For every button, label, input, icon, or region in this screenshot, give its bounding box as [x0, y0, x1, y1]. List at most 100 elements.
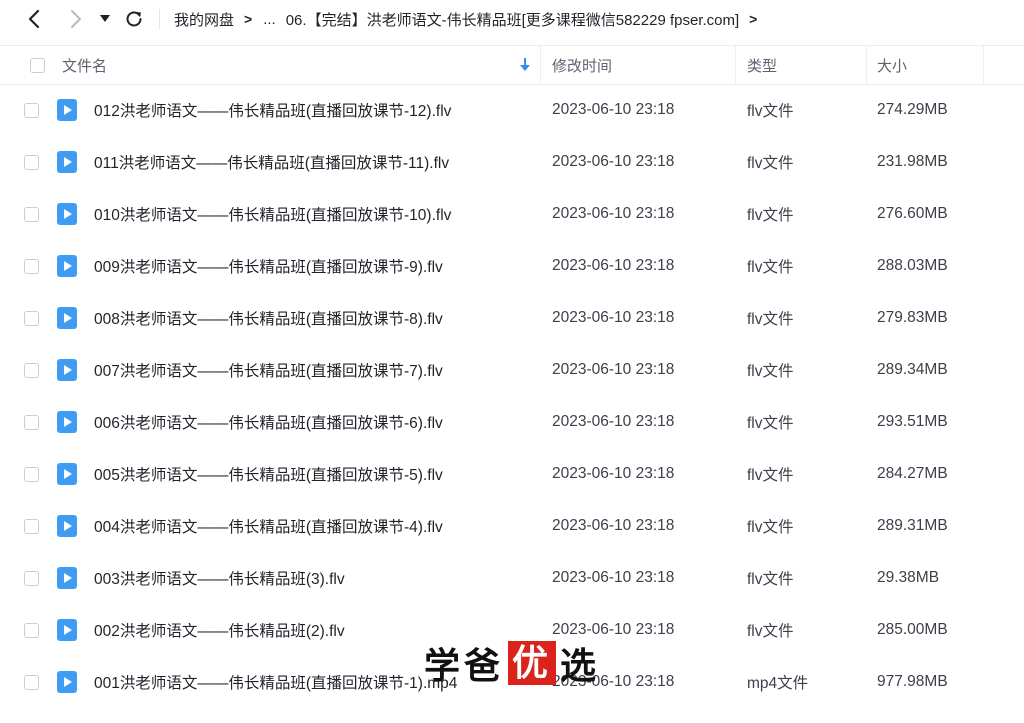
breadcrumb-next-icon[interactable]: > [749, 11, 757, 27]
table-row[interactable]: 003洪老师语文——伟长精品班(3).flv 2023-06-10 23:18 … [0, 552, 1024, 604]
row-checkbox[interactable] [24, 570, 39, 586]
file-name[interactable]: 008洪老师语文——伟长精品班(直播回放课节-8).flv [94, 292, 443, 344]
file-name[interactable]: 009洪老师语文——伟长精品班(直播回放课节-9).flv [94, 240, 443, 292]
video-file-icon [57, 567, 77, 589]
select-all-cell [30, 46, 45, 84]
table-row[interactable]: 004洪老师语文——伟长精品班(直播回放课节-4).flv 2023-06-10… [0, 500, 1024, 552]
row-checkbox[interactable] [24, 362, 39, 378]
breadcrumb-current[interactable]: 06.【完结】洪老师语文-伟长精品班[更多课程微信582229 fpser.co… [286, 9, 739, 30]
file-name[interactable]: 003洪老师语文——伟长精品班(3).flv [94, 552, 345, 604]
row-checkbox[interactable] [24, 466, 39, 482]
column-divider[interactable] [735, 46, 736, 84]
file-modified-time: 2023-06-10 23:18 [552, 569, 675, 586]
select-all-checkbox[interactable] [30, 57, 45, 73]
file-type: flv文件 [747, 415, 794, 432]
column-header-name[interactable]: 文件名 [62, 46, 107, 84]
video-file-icon [57, 463, 77, 485]
file-modified-time: 2023-06-10 23:18 [552, 361, 675, 378]
row-checkbox[interactable] [24, 102, 39, 118]
row-checkbox[interactable] [24, 622, 39, 638]
file-name[interactable]: 012洪老师语文——伟长精品班(直播回放课节-12).flv [94, 84, 451, 136]
row-checkbox[interactable] [24, 674, 39, 690]
row-checkbox[interactable] [24, 414, 39, 430]
file-name[interactable]: 005洪老师语文——伟长精品班(直播回放课节-5).flv [94, 448, 443, 500]
watermark-logo: 学爸 优 选 [424, 640, 601, 687]
file-size: 231.98MB [877, 153, 948, 170]
file-name[interactable]: 002洪老师语文——伟长精品班(2).flv [94, 604, 345, 656]
row-checkbox[interactable] [24, 310, 39, 326]
column-divider[interactable] [540, 46, 541, 84]
sort-indicator[interactable] [520, 46, 530, 84]
file-type: flv文件 [747, 155, 794, 172]
row-checkbox[interactable] [24, 258, 39, 274]
video-file-icon [57, 671, 77, 693]
video-file-icon [57, 255, 77, 277]
file-type: flv文件 [747, 103, 794, 120]
breadcrumb-separator-icon: > [244, 11, 253, 27]
forward-button[interactable] [62, 6, 88, 32]
video-file-icon [57, 151, 77, 173]
table-row[interactable]: 008洪老师语文——伟长精品班(直播回放课节-8).flv 2023-06-10… [0, 292, 1024, 344]
back-button[interactable] [22, 6, 48, 32]
column-divider[interactable] [866, 46, 867, 84]
table-row[interactable]: 007洪老师语文——伟长精品班(直播回放课节-7).flv 2023-06-10… [0, 344, 1024, 396]
file-size: 279.83MB [877, 309, 948, 326]
file-name[interactable]: 006洪老师语文——伟长精品班(直播回放课节-6).flv [94, 396, 443, 448]
video-file-icon [57, 619, 77, 641]
breadcrumb-ellipsis[interactable]: ... [263, 11, 276, 28]
file-modified-time: 2023-06-10 23:18 [552, 101, 675, 118]
file-name[interactable]: 011洪老师语文——伟长精品班(直播回放课节-11).flv [94, 136, 449, 188]
refresh-button[interactable] [121, 6, 147, 32]
breadcrumb: 我的网盘 > ... 06.【完结】洪老师语文-伟长精品班[更多课程微信5822… [174, 0, 768, 38]
chevron-right-icon [70, 9, 82, 29]
row-checkbox[interactable] [24, 518, 39, 534]
file-size: 289.34MB [877, 361, 948, 378]
file-size: 977.98MB [877, 673, 948, 690]
file-size: 276.60MB [877, 205, 948, 222]
file-name[interactable]: 007洪老师语文——伟长精品班(直播回放课节-7).flv [94, 344, 443, 396]
column-header-size[interactable]: 大小 [877, 46, 907, 84]
caret-down-icon [100, 15, 110, 22]
table-row[interactable]: 006洪老师语文——伟长精品班(直播回放课节-6).flv 2023-06-10… [0, 396, 1024, 448]
table-row[interactable]: 005洪老师语文——伟长精品班(直播回放课节-5).flv 2023-06-10… [0, 448, 1024, 500]
file-name[interactable]: 010洪老师语文——伟长精品班(直播回放课节-10).flv [94, 188, 451, 240]
column-header-type[interactable]: 类型 [747, 46, 777, 84]
file-type: mp4文件 [747, 675, 809, 692]
file-name[interactable]: 001洪老师语文——伟长精品班(直播回放课节-1).mp4 [94, 656, 457, 708]
file-size: 289.31MB [877, 517, 948, 534]
history-dropdown-button[interactable] [94, 6, 116, 32]
file-type: flv文件 [747, 207, 794, 224]
file-modified-time: 2023-06-10 23:18 [552, 309, 675, 326]
breadcrumb-root[interactable]: 我的网盘 [174, 9, 234, 30]
file-size: 285.00MB [877, 621, 948, 638]
watermark-highlight: 优 [508, 641, 557, 685]
file-size: 293.51MB [877, 413, 948, 430]
file-type: flv文件 [747, 311, 794, 328]
column-header-time[interactable]: 修改时间 [552, 46, 612, 84]
file-type: flv文件 [747, 467, 794, 484]
video-file-icon [57, 411, 77, 433]
file-table-header: 文件名 修改时间 类型 大小 [0, 45, 1024, 85]
video-file-icon [57, 359, 77, 381]
video-file-icon [57, 307, 77, 329]
table-row[interactable]: 009洪老师语文——伟长精品班(直播回放课节-9).flv 2023-06-10… [0, 240, 1024, 292]
table-row[interactable]: 012洪老师语文——伟长精品班(直播回放课节-12).flv 2023-06-1… [0, 84, 1024, 136]
nav-divider [159, 9, 160, 29]
file-modified-time: 2023-06-10 23:18 [552, 517, 675, 534]
file-modified-time: 2023-06-10 23:18 [552, 413, 675, 430]
file-modified-time: 2023-06-10 23:18 [552, 153, 675, 170]
file-type: flv文件 [747, 571, 794, 588]
watermark-text-1: 学爸 [424, 645, 505, 687]
file-type: flv文件 [747, 623, 794, 640]
table-row[interactable]: 010洪老师语文——伟长精品班(直播回放课节-10).flv 2023-06-1… [0, 188, 1024, 240]
row-checkbox[interactable] [24, 154, 39, 170]
sort-down-arrow-icon [520, 58, 530, 71]
file-size: 29.38MB [877, 569, 940, 586]
video-file-icon [57, 99, 77, 121]
column-divider[interactable] [983, 46, 984, 84]
row-checkbox[interactable] [24, 206, 39, 222]
table-row[interactable]: 011洪老师语文——伟长精品班(直播回放课节-11).flv 2023-06-1… [0, 136, 1024, 188]
watermark-text-2: 选 [560, 645, 601, 687]
file-name[interactable]: 004洪老师语文——伟长精品班(直播回放课节-4).flv [94, 500, 443, 552]
refresh-icon [126, 11, 142, 27]
